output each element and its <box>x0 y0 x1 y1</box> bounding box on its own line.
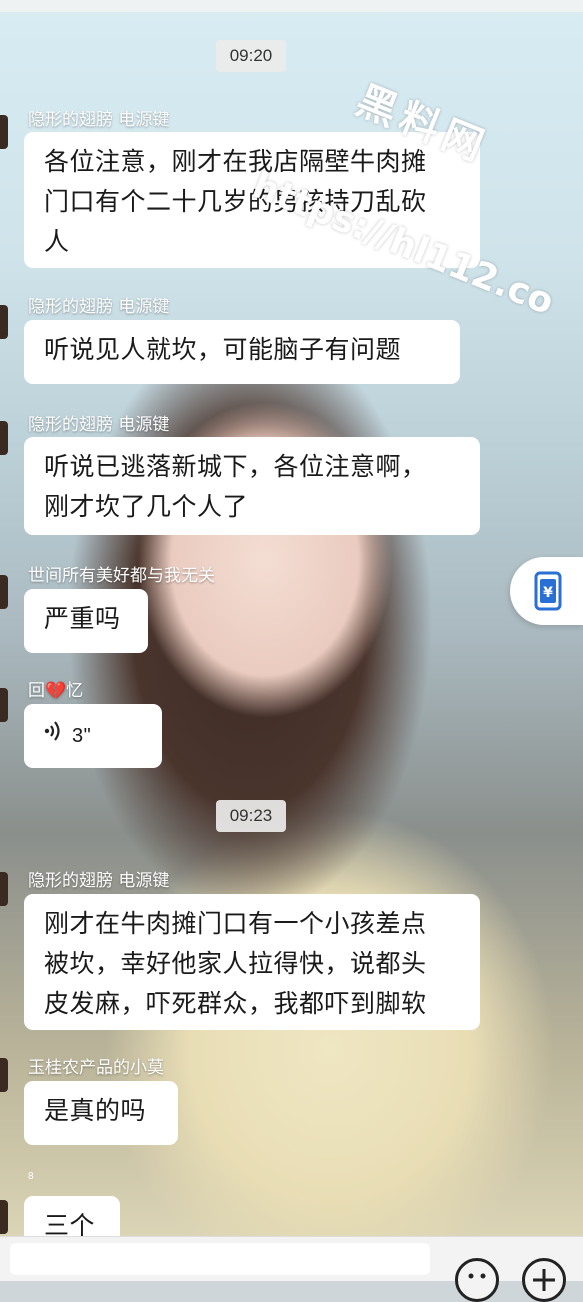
avatar[interactable] <box>0 688 8 722</box>
avatar[interactable] <box>0 305 8 339</box>
message-text: 门口有个二十几岁的男孩持刀乱砍 <box>44 187 427 216</box>
avatar[interactable] <box>0 575 8 609</box>
plus-icon[interactable] <box>522 1258 566 1302</box>
sender-name[interactable]: 隐形的翅膀 电源键 <box>28 410 169 435</box>
avatar[interactable] <box>0 421 8 455</box>
avatar[interactable] <box>0 115 8 149</box>
message-input[interactable] <box>10 1243 430 1275</box>
message-text: 刚才在牛肉摊门口有一个小孩差点 <box>44 909 427 938</box>
message-bubble[interactable]: 听说已逃落新城下，各位注意啊， 刚才坎了几个人了 <box>24 437 480 535</box>
red-packet-button[interactable]: ¥ <box>510 557 583 625</box>
timestamp: 09:23 <box>216 800 286 832</box>
avatar[interactable] <box>0 872 8 906</box>
message-text: 人 <box>44 227 70 256</box>
message-bubble[interactable]: 刚才在牛肉摊门口有一个小孩差点 被坎，幸好他家人拉得快，说都头 皮发麻，吓死群众… <box>24 894 480 1030</box>
status-strip <box>0 0 583 12</box>
sender-name[interactable]: 隐形的翅膀 电源键 <box>28 292 169 317</box>
message-text: 听说已逃落新城下，各位注意啊， <box>44 452 427 481</box>
emoji-icon[interactable] <box>455 1258 499 1302</box>
voice-duration: 3" <box>72 725 92 747</box>
message-text: 被坎，幸好他家人拉得快，说都头 <box>44 949 427 978</box>
svg-text:¥: ¥ <box>543 585 553 601</box>
message-text: 是真的吗 <box>44 1096 147 1125</box>
message-text: 听说见人就坎，可能脑子有问题 <box>44 335 402 364</box>
voice-message-bubble[interactable]: 3" <box>24 704 162 768</box>
small-marker: 8 <box>28 1171 34 1182</box>
sender-name[interactable]: 隐形的翅膀 电源键 <box>28 866 169 891</box>
avatar[interactable] <box>0 1200 8 1234</box>
red-packet-money-icon: ¥ <box>534 571 562 615</box>
message-bubble[interactable]: 各位注意，刚才在我店隔壁牛肉摊 门口有个二十几岁的男孩持刀乱砍 人 <box>24 132 480 268</box>
message-bubble[interactable]: 听说见人就坎，可能脑子有问题 <box>24 320 460 384</box>
message-bubble[interactable]: 严重吗 <box>24 589 148 653</box>
message-text: 刚才坎了几个人了 <box>44 492 249 521</box>
sender-name[interactable]: 隐形的翅膀 电源键 <box>28 105 169 130</box>
sender-name[interactable]: 玉桂农产品的小莫 <box>28 1053 164 1078</box>
message-text: 各位注意，刚才在我店隔壁牛肉摊 <box>44 147 427 176</box>
voice-wave-icon <box>44 716 62 756</box>
message-bubble[interactable]: 是真的吗 <box>24 1081 178 1145</box>
sender-name[interactable]: 回💔忆 <box>28 676 83 701</box>
avatar[interactable] <box>0 1058 8 1092</box>
sender-name[interactable]: 世间所有美好都与我无关 <box>28 561 215 586</box>
timestamp: 09:20 <box>216 40 286 72</box>
message-text: 皮发麻，吓死群众，我都吓到脚软 <box>44 989 427 1018</box>
message-text: 严重吗 <box>44 604 121 633</box>
